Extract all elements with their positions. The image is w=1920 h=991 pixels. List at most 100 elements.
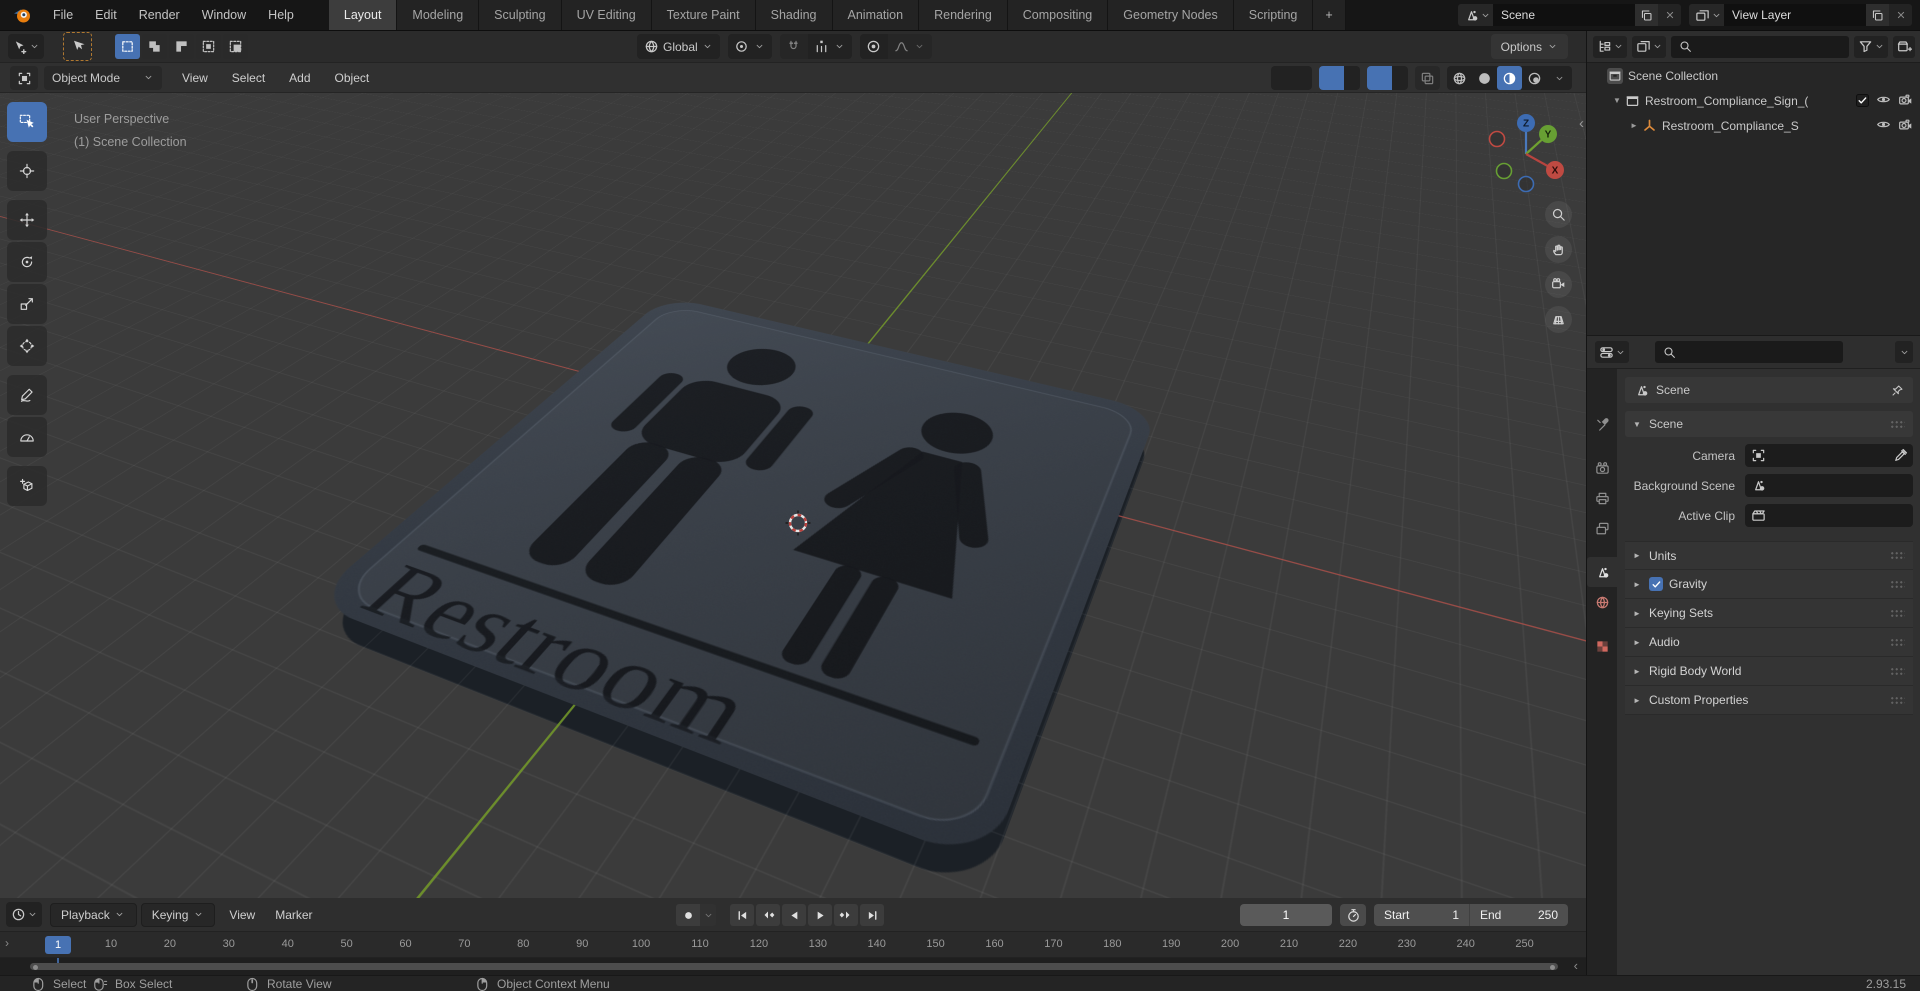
timeline-ruler[interactable]: › 1 10 20 30 40 50 60 70 80 90 100 110 120 130 140 150… (0, 932, 1586, 958)
workspace-tab-geometry-nodes[interactable]: Geometry Nodes (1108, 0, 1234, 30)
filter-dropdown[interactable] (1854, 35, 1888, 58)
play-back-button[interactable] (782, 904, 806, 926)
workspace-tab-uv-editing[interactable]: UV Editing (561, 0, 652, 30)
workspace-tab-texture-paint[interactable]: Texture Paint (651, 0, 756, 30)
add-workspace-button[interactable]: + (1313, 0, 1346, 30)
viewport-editor-type-button[interactable] (10, 66, 38, 90)
tool-rotate[interactable] (7, 242, 47, 282)
end-frame-field[interactable]: End 250 (1470, 904, 1568, 926)
browse-view-layer-button[interactable] (1689, 4, 1724, 26)
workspace-tab-shading[interactable]: Shading (755, 0, 833, 30)
gravity-checkbox[interactable] (1649, 577, 1663, 591)
options-button[interactable]: Options (1490, 34, 1568, 59)
toggle-eye[interactable] (1875, 116, 1891, 135)
tool-transform[interactable] (7, 326, 47, 366)
camera-field[interactable] (1745, 444, 1913, 467)
viewport-menu-add[interactable]: Add (277, 66, 322, 90)
sidebar-collapse-arrow[interactable]: ‹ (1579, 115, 1584, 132)
display-mode-dropdown[interactable] (1593, 35, 1627, 58)
timeline-collapse-arrow[interactable]: ‹ (1574, 958, 1578, 973)
scene-name-field[interactable]: Scene (1493, 4, 1635, 26)
viewport-menu-view[interactable]: View (170, 66, 220, 90)
pin-icon[interactable] (1889, 382, 1905, 398)
toggle-camera[interactable] (1897, 91, 1913, 110)
workspace-tab-modeling[interactable]: Modeling (397, 0, 480, 30)
select-mode-invert[interactable] (196, 34, 221, 59)
browse-scene-button[interactable] (1458, 4, 1493, 26)
select-mode-subtract[interactable] (169, 34, 194, 59)
workspace-tab-scripting[interactable]: Scripting (1233, 0, 1314, 30)
properties-options-button[interactable] (1895, 341, 1913, 363)
properties-tab-world[interactable] (1587, 587, 1617, 617)
properties-tab-texture[interactable] (1587, 631, 1617, 661)
blender-logo-icon[interactable] (0, 0, 42, 30)
shading-solid-button[interactable] (1472, 66, 1497, 90)
keying-dropdown[interactable] (700, 904, 716, 926)
panel-audio[interactable]: ► Audio (1625, 628, 1913, 657)
drag-grip-icon[interactable] (1890, 666, 1905, 676)
properties-search[interactable] (1655, 341, 1843, 363)
ruler-expand-arrow[interactable]: › (5, 936, 9, 950)
new-scene-button[interactable] (1635, 4, 1658, 26)
timeline-menu-view[interactable]: View (219, 903, 265, 927)
workspace-tab-compositing[interactable]: Compositing (1007, 0, 1109, 30)
drag-grip-icon[interactable] (1890, 419, 1905, 429)
snap-settings-dropdown[interactable] (807, 34, 852, 59)
active-clip-field[interactable] (1745, 504, 1913, 527)
outliner-row[interactable]: Scene Collection (1587, 63, 1920, 88)
panel-units[interactable]: ► Units (1625, 541, 1913, 570)
viewport-3d[interactable]: Restroom User Perspective (1) Scene Coll… (0, 93, 1586, 898)
menu-edit[interactable]: Edit (84, 0, 128, 30)
key-next-button[interactable] (834, 904, 858, 926)
exclude-checkbox[interactable] (1856, 94, 1869, 107)
properties-tab-output[interactable] (1587, 483, 1617, 513)
show-overlays-toggle[interactable] (1367, 66, 1408, 90)
zoom-button[interactable] (1545, 201, 1572, 228)
outliner-row[interactable]: ▼ Restroom_Compliance_Sign_( (1587, 88, 1920, 113)
select-mode-extend[interactable] (142, 34, 167, 59)
properties-search-input[interactable] (1682, 345, 1837, 359)
camera-view-button[interactable] (1545, 271, 1572, 298)
object-visibility-dropdown[interactable] (1271, 66, 1312, 90)
current-frame-field[interactable]: 1 (1240, 904, 1332, 926)
viewport-menu-object[interactable]: Object (323, 66, 382, 90)
outliner-search[interactable] (1671, 35, 1849, 58)
menu-window[interactable]: Window (191, 0, 257, 30)
workspace-tab-layout[interactable]: Layout (328, 0, 398, 30)
tool-select-box[interactable] (7, 102, 47, 142)
use-preview-range-button[interactable] (1340, 904, 1366, 926)
tool-cursor[interactable] (7, 151, 47, 191)
falloff-dropdown[interactable] (887, 34, 932, 59)
editor-type-button[interactable] (8, 34, 44, 59)
toggle-eye[interactable] (1875, 91, 1891, 110)
mode-dropdown[interactable]: Object Mode (44, 65, 162, 90)
properties-tab-view-layer[interactable] (1587, 513, 1617, 543)
menu-help[interactable]: Help (257, 0, 305, 30)
panel-keying-sets[interactable]: ► Keying Sets (1625, 599, 1913, 628)
filter-id-type-dropdown[interactable] (1632, 35, 1666, 58)
show-gizmos-toggle[interactable] (1319, 66, 1360, 90)
properties-tab-render[interactable] (1587, 453, 1617, 483)
new-view-layer-button[interactable] (1866, 4, 1889, 26)
timeline-scrollbar[interactable] (30, 963, 1558, 970)
orthographic-toggle-button[interactable] (1545, 306, 1572, 333)
select-mode-intersect[interactable] (223, 34, 248, 59)
shading-material-preview-button[interactable] (1497, 66, 1522, 90)
panel-custom-properties[interactable]: ► Custom Properties (1625, 686, 1913, 715)
tool-scale[interactable] (7, 284, 47, 324)
drag-grip-icon[interactable] (1890, 579, 1905, 589)
drag-grip-icon[interactable] (1890, 637, 1905, 647)
timeline-menu-keying[interactable]: Keying (140, 902, 216, 927)
remove-view-layer-button[interactable] (1889, 4, 1912, 26)
properties-tab-scene[interactable] (1587, 557, 1617, 587)
record-button[interactable] (676, 904, 700, 926)
shading-wireframe-button[interactable] (1447, 66, 1472, 90)
xray-toggle[interactable] (1415, 66, 1440, 90)
properties-tab-tool[interactable] (1587, 409, 1617, 439)
jump-start-button[interactable] (730, 904, 754, 926)
tool-measure[interactable] (7, 417, 47, 457)
outliner-row[interactable]: ► Restroom_Compliance_S (1587, 113, 1920, 138)
menu-render[interactable]: Render (128, 0, 191, 30)
workspace-tab-sculpting[interactable]: Sculpting (479, 0, 562, 30)
workspace-tab-animation[interactable]: Animation (832, 0, 920, 30)
